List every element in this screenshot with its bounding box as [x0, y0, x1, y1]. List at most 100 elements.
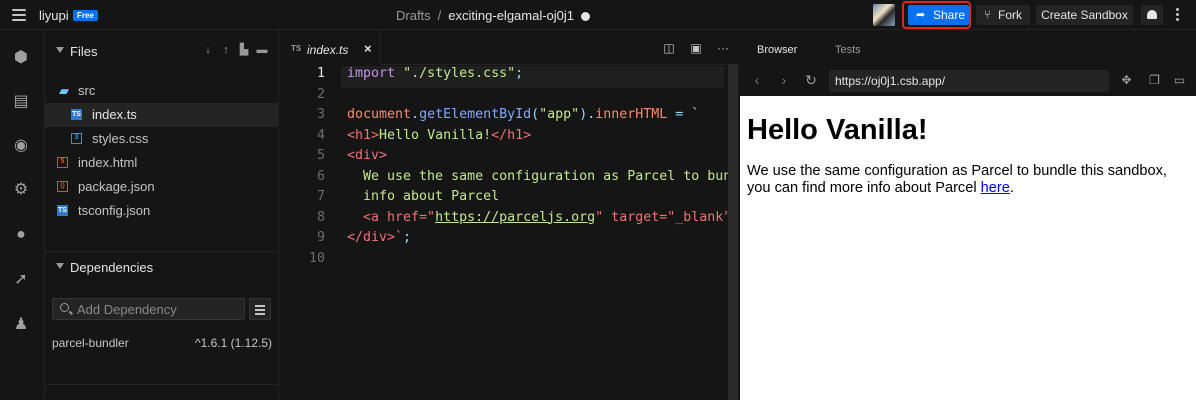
users-icon[interactable]: ♟	[12, 316, 30, 334]
breadcrumb-drafts[interactable]: Drafts	[396, 8, 431, 23]
more-horizontal-icon[interactable]: ···	[715, 41, 731, 55]
open-window-icon[interactable]: ❐	[1147, 73, 1162, 88]
here-link[interactable]: here	[981, 180, 1010, 196]
tree-item-label: src	[78, 83, 96, 98]
collapse-icon	[56, 47, 64, 53]
line-number: 7	[316, 189, 325, 204]
tab-tests[interactable]: Tests	[835, 44, 861, 56]
tab-language: TS	[291, 44, 302, 53]
file-actions: ↓ ↑ ▙ ▬	[199, 43, 271, 56]
code-line: <h1>Hello Vanilla!</h1>	[347, 128, 531, 143]
tab-index-ts[interactable]: TS index.ts ×	[279, 30, 381, 65]
avatar[interactable]	[873, 4, 895, 26]
github-icon[interactable]: ●	[12, 226, 30, 244]
back-icon[interactable]: ‹	[750, 72, 764, 88]
line-number: 10	[308, 250, 325, 266]
dependency-name: parcel-bundler	[52, 336, 129, 350]
fork-button[interactable]: ⑂ Fork	[976, 5, 1030, 25]
search-icon	[60, 303, 69, 312]
refresh-icon[interactable]: ↻	[804, 72, 818, 89]
tree-item[interactable]: TS index.ts	[45, 103, 278, 127]
preview-frame: Hello Vanilla! We use the same configura…	[740, 96, 1196, 400]
collapse-icon	[56, 263, 64, 269]
username[interactable]: liyupi	[39, 8, 69, 23]
share-label: Share	[933, 8, 966, 22]
json-file-icon: {}	[57, 181, 68, 192]
code-token: .	[411, 107, 420, 122]
code-token: ;	[515, 66, 524, 81]
fork-label: Fork	[998, 8, 1022, 22]
close-icon[interactable]: ×	[364, 41, 372, 56]
top-header: liyupi Free Drafts / exciting-elgamal-oj0j…	[0, 0, 1196, 30]
gear-icon[interactable]: ⚙	[12, 181, 30, 199]
editor-scrollbar[interactable]	[728, 65, 738, 400]
preview-toggle-icon[interactable]: ▣	[688, 41, 704, 55]
dependency-row[interactable]: parcel-bundler ^1.6.1 (1.12.5)	[52, 336, 272, 350]
split-view-icon[interactable]: ◫	[661, 41, 677, 55]
tree-item[interactable]: 5 index.html	[45, 151, 278, 175]
tree-item-label: index.html	[78, 155, 138, 170]
tree-item[interactable]: {} package.json	[45, 175, 278, 199]
paragraph-text: We use the same configuration as Parcel …	[747, 163, 1167, 196]
ts-file-icon: TS	[71, 109, 82, 120]
tree-item-label: index.ts	[92, 107, 137, 122]
tree-item[interactable]: ▰ src	[45, 79, 278, 103]
tab-browser[interactable]: Browser	[757, 44, 797, 56]
new-file-icon[interactable]: ▙	[235, 43, 253, 56]
line-number: 5	[316, 148, 325, 163]
new-folder-icon[interactable]: ▬	[253, 44, 271, 56]
dependencies-title: Dependencies	[70, 260, 154, 275]
plan-badge: Free	[73, 10, 98, 21]
url-bar[interactable]: https://oj0j1.csb.app/	[829, 70, 1109, 92]
share-button[interactable]: ➦ Share	[908, 5, 969, 25]
rocket-icon[interactable]: ➚	[12, 271, 30, 289]
tab-filename: index.ts	[307, 43, 349, 57]
code-line: import "./styles.css";	[347, 66, 523, 81]
code-area[interactable]: 1 import "./styles.css"; 2 3 document.getEle…	[279, 65, 740, 400]
sort-down-icon[interactable]: ↓	[199, 44, 217, 56]
code-token: getElementById	[419, 107, 532, 122]
line-number: 9	[316, 230, 325, 245]
preview-paragraph: We use the same configuration as Parcel …	[747, 163, 1187, 197]
folder-icon: ▰	[59, 83, 69, 98]
devtools-icon[interactable]: ✥	[1119, 73, 1134, 88]
code-token: </h1>	[491, 127, 532, 143]
forward-icon[interactable]: ›	[777, 72, 791, 88]
preview-tabs: Browser Tests	[740, 30, 1196, 64]
tree-item-label: package.json	[78, 179, 155, 194]
code-token: https://parceljs.org	[435, 209, 596, 225]
dependency-search-input[interactable]	[77, 301, 237, 317]
code-token: <div>	[347, 148, 388, 163]
menu-icon[interactable]	[12, 9, 26, 21]
editor-tabbar: TS index.ts × ◫ ▣ ···	[279, 30, 740, 65]
more-vertical-icon[interactable]	[1176, 8, 1180, 22]
code-token: <a href="	[347, 209, 436, 225]
tree-item[interactable]: TS tsconfig.json	[45, 199, 278, 223]
code-token: "./styles.css"	[403, 66, 516, 81]
file-icon[interactable]: ▤	[12, 93, 30, 111]
code-line: We use the same configuration as Parcel …	[347, 169, 731, 184]
preview-heading: Hello Vanilla!	[747, 114, 928, 146]
dependency-menu-button[interactable]	[249, 298, 271, 320]
sandbox-name[interactable]: exciting-elgamal-oj0j1	[448, 8, 574, 23]
code-line: document.getElementById("app").innerHTML…	[347, 107, 699, 122]
code-editor: TS index.ts × ◫ ▣ ··· 1 import "./styles.…	[279, 30, 740, 400]
code-token: " target="_blank"	[595, 209, 732, 225]
upload-icon[interactable]: ↑	[217, 44, 235, 56]
line-number: 4	[316, 127, 325, 143]
line-number: 2	[316, 86, 325, 102]
file-explorer: Files ↓ ↑ ▙ ▬ ▰ src TS index.ts 3 styles.css 5 ind…	[45, 30, 279, 400]
layout-icon[interactable]: ▭	[1172, 73, 1187, 88]
notifications-button[interactable]	[1141, 5, 1163, 25]
create-sandbox-button[interactable]: Create Sandbox	[1036, 5, 1133, 25]
code-token: Hello Vanilla!	[379, 127, 492, 143]
tree-item[interactable]: 3 styles.css	[45, 127, 278, 151]
breadcrumb-separator: /	[437, 8, 442, 23]
dependencies-section-header[interactable]: Dependencies	[45, 256, 279, 278]
dependency-version: ^1.6.1 (1.12.5)	[194, 336, 272, 350]
search-icon[interactable]: ◉	[12, 137, 30, 155]
cube-icon[interactable]: ⬢	[12, 49, 30, 67]
globe-icon[interactable]	[581, 12, 591, 21]
dependency-search	[52, 298, 245, 320]
